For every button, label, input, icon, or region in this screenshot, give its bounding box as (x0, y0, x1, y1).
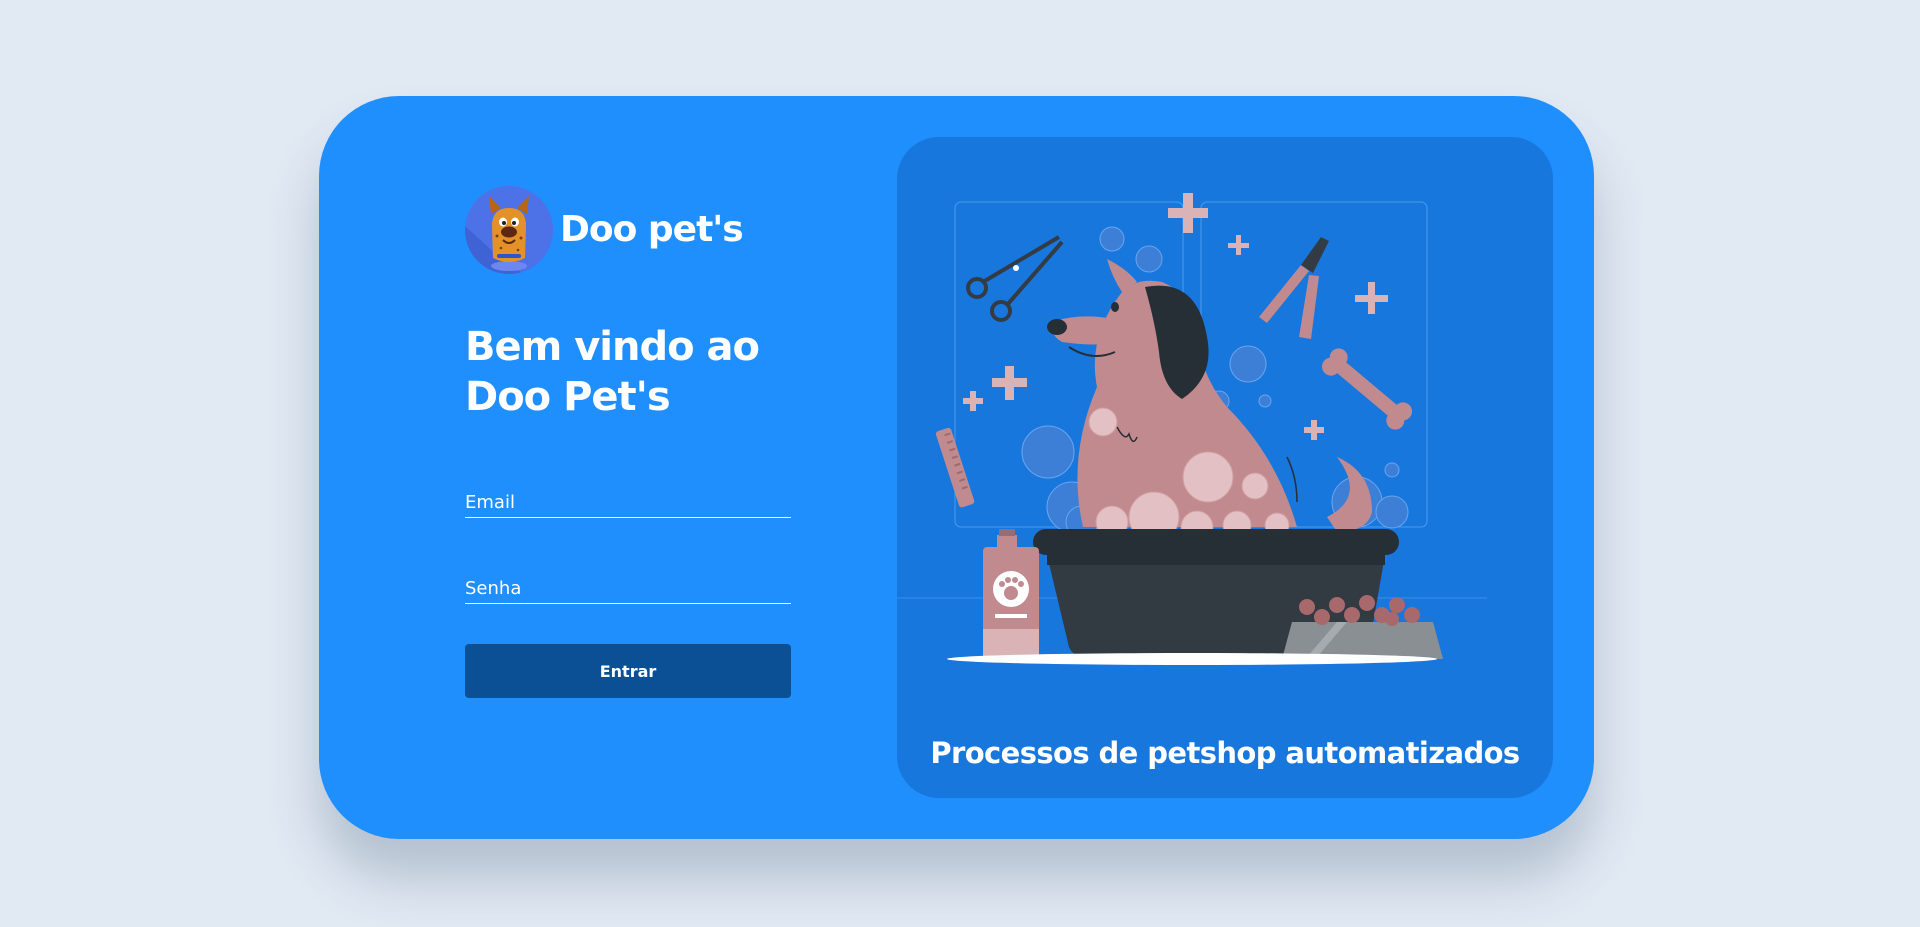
email-field[interactable] (465, 482, 791, 517)
welcome-heading: Bem vindo ao Doo Pet's (465, 322, 791, 422)
welcome-line-2: Doo Pet's (465, 374, 671, 420)
illustration-panel: Processos de petshop automatizados (897, 137, 1553, 798)
welcome-line-1: Bem vindo ao (465, 324, 760, 370)
brand-header: Doo pet's (465, 186, 791, 274)
login-panel: Doo pet's Bem vindo ao Doo Pet's Entrar (465, 186, 791, 698)
password-field-wrapper (465, 568, 791, 604)
email-field-wrapper (465, 482, 791, 518)
brand-name: Doo pet's (560, 208, 744, 250)
login-card: Doo pet's Bem vindo ao Doo Pet's Entrar (319, 96, 1594, 839)
dog-face-icon (465, 186, 553, 274)
illustration-caption: Processos de petshop automatizados (930, 736, 1520, 770)
password-field[interactable] (465, 568, 791, 603)
submit-button[interactable]: Entrar (465, 644, 791, 698)
dog-bath-illustration (897, 193, 1487, 665)
